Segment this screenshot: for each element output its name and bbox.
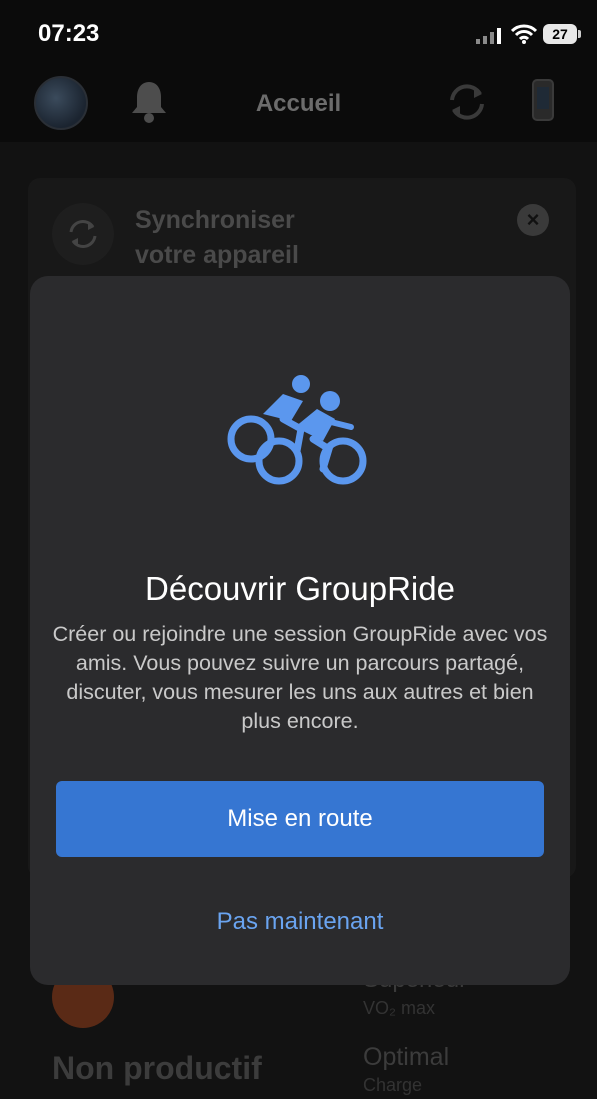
app-header: Accueil [0, 70, 597, 142]
cellular-signal-icon [476, 28, 501, 44]
training-status: Non productif [52, 1050, 262, 1086]
modal-description: Créer ou rejoindre une session GroupRide… [52, 622, 548, 733]
not-now-button[interactable]: Pas maintenant [30, 908, 570, 936]
wifi-icon [511, 24, 537, 44]
modal-title: Découvrir GroupRide [145, 570, 455, 607]
sync-card-icon [52, 203, 114, 265]
status-bar: 07:23 27 [0, 0, 597, 70]
group-cycling-icon [227, 375, 367, 485]
vo2-label: VO₂ max [363, 998, 435, 1018]
page-title: Accueil [255, 90, 342, 117]
device-icon[interactable] [531, 78, 555, 122]
sync-icon[interactable] [446, 82, 488, 122]
get-started-button[interactable]: Mise en route [56, 781, 544, 857]
groupride-modal: Découvrir GroupRide Créer ou rejoindre u… [30, 276, 570, 985]
load-label: Charge [363, 1075, 423, 1095]
sync-card-title: Synchroniser votre appareil [135, 206, 299, 269]
status-time: 07:23 [38, 20, 100, 47]
close-icon[interactable]: × [517, 204, 549, 236]
battery-indicator: 27 [543, 24, 581, 44]
load-value: Optimal [363, 1043, 450, 1071]
